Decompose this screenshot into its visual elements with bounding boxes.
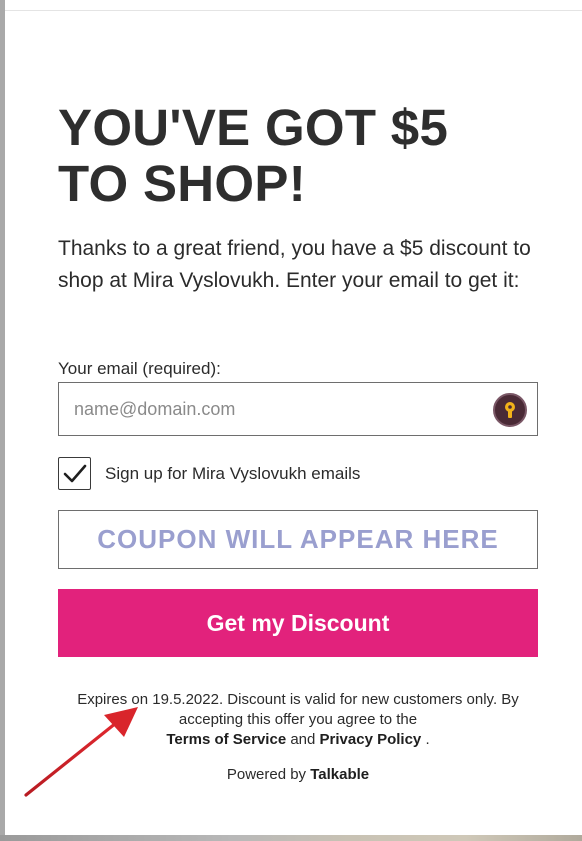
key-icon[interactable] <box>493 393 527 427</box>
signup-checkbox-label[interactable]: Sign up for Mira Vyslovukh emails <box>105 463 360 485</box>
coupon-display: COUPON WILL APPEAR HERE <box>58 510 538 569</box>
powered-by-prefix: Powered by <box>226 766 307 783</box>
privacy-policy-link[interactable]: Privacy Policy <box>320 731 422 748</box>
terms-and-text: and <box>290 731 316 748</box>
talkable-brand: Talkable <box>310 766 370 783</box>
signup-checkbox[interactable] <box>58 457 91 490</box>
terms-of-service-link[interactable]: Terms of Service <box>166 731 286 748</box>
offer-intro-text: Thanks to a great friend, you have a $5 … <box>58 237 531 292</box>
key-glyph-icon <box>505 402 515 418</box>
email-label: Your email (required): <box>58 359 221 378</box>
terms-end-text: . <box>425 731 430 748</box>
checkmark-icon <box>63 464 86 482</box>
coupon-placeholder-text: COUPON WILL APPEAR HERE <box>97 524 499 554</box>
email-input[interactable] <box>74 383 484 435</box>
offer-headline: YOU'VE GOT $5 TO SHOP! <box>58 99 449 212</box>
get-discount-button[interactable]: Get my Discount <box>58 589 538 657</box>
red-arrow-annotation <box>24 707 138 797</box>
background-strip <box>0 835 582 841</box>
email-field-container <box>58 382 538 436</box>
